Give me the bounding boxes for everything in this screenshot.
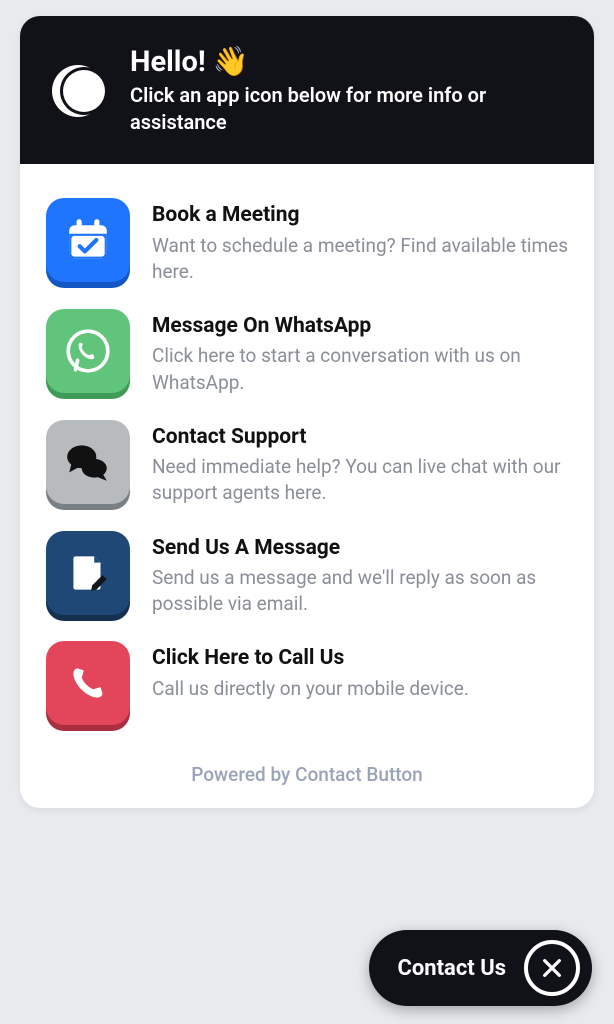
option-desc: Click here to start a conversation with … — [152, 343, 568, 395]
option-call-us[interactable]: Click Here to Call Us Call us directly o… — [40, 629, 574, 737]
option-text: Book a Meeting Want to schedule a meetin… — [152, 198, 568, 285]
option-desc: Call us directly on your mobile device. — [152, 676, 568, 702]
option-title: Contact Support — [152, 424, 568, 451]
widget-header: Hello! 👋 Click an app icon below for mor… — [20, 16, 594, 164]
option-text: Contact Support Need immediate help? You… — [152, 420, 568, 507]
option-text: Message On WhatsApp Click here to start … — [152, 309, 568, 396]
option-title: Send Us A Message — [152, 535, 568, 562]
option-book-meeting[interactable]: Book a Meeting Want to schedule a meetin… — [40, 186, 574, 297]
contact-us-fab[interactable]: Contact Us — [369, 930, 592, 1006]
compose-document-icon — [46, 531, 130, 615]
header-text: Hello! 👋 Click an app icon below for mor… — [130, 46, 566, 136]
option-text: Click Here to Call Us Call us directly o… — [152, 641, 568, 702]
header-title: Hello! 👋 — [130, 46, 566, 79]
phone-icon — [46, 641, 130, 725]
option-send-message[interactable]: Send Us A Message Send us a message and … — [40, 519, 574, 630]
fab-label: Contact Us — [397, 956, 506, 981]
header-subtitle: Click an app icon below for more info or… — [130, 82, 566, 136]
option-title: Click Here to Call Us — [152, 645, 568, 672]
option-contact-support[interactable]: Contact Support Need immediate help? You… — [40, 408, 574, 519]
calendar-icon — [46, 198, 130, 282]
whatsapp-icon — [46, 309, 130, 393]
contact-widget: Hello! 👋 Click an app icon below for mor… — [20, 16, 594, 808]
option-desc: Need immediate help? You can live chat w… — [152, 454, 568, 506]
option-whatsapp[interactable]: Message On WhatsApp Click here to start … — [40, 297, 574, 408]
widget-body: Book a Meeting Want to schedule a meetin… — [20, 164, 594, 747]
option-title: Message On WhatsApp — [152, 313, 568, 340]
option-desc: Send us a message and we'll reply as soo… — [152, 565, 568, 617]
option-desc: Want to schedule a meeting? Find availab… — [152, 233, 568, 285]
moon-logo-icon — [48, 61, 108, 121]
close-icon[interactable] — [524, 940, 580, 996]
option-title: Book a Meeting — [152, 202, 568, 229]
widget-footer-powered-by[interactable]: Powered by Contact Button — [20, 747, 594, 808]
option-text: Send Us A Message Send us a message and … — [152, 531, 568, 618]
chat-bubbles-icon — [46, 420, 130, 504]
